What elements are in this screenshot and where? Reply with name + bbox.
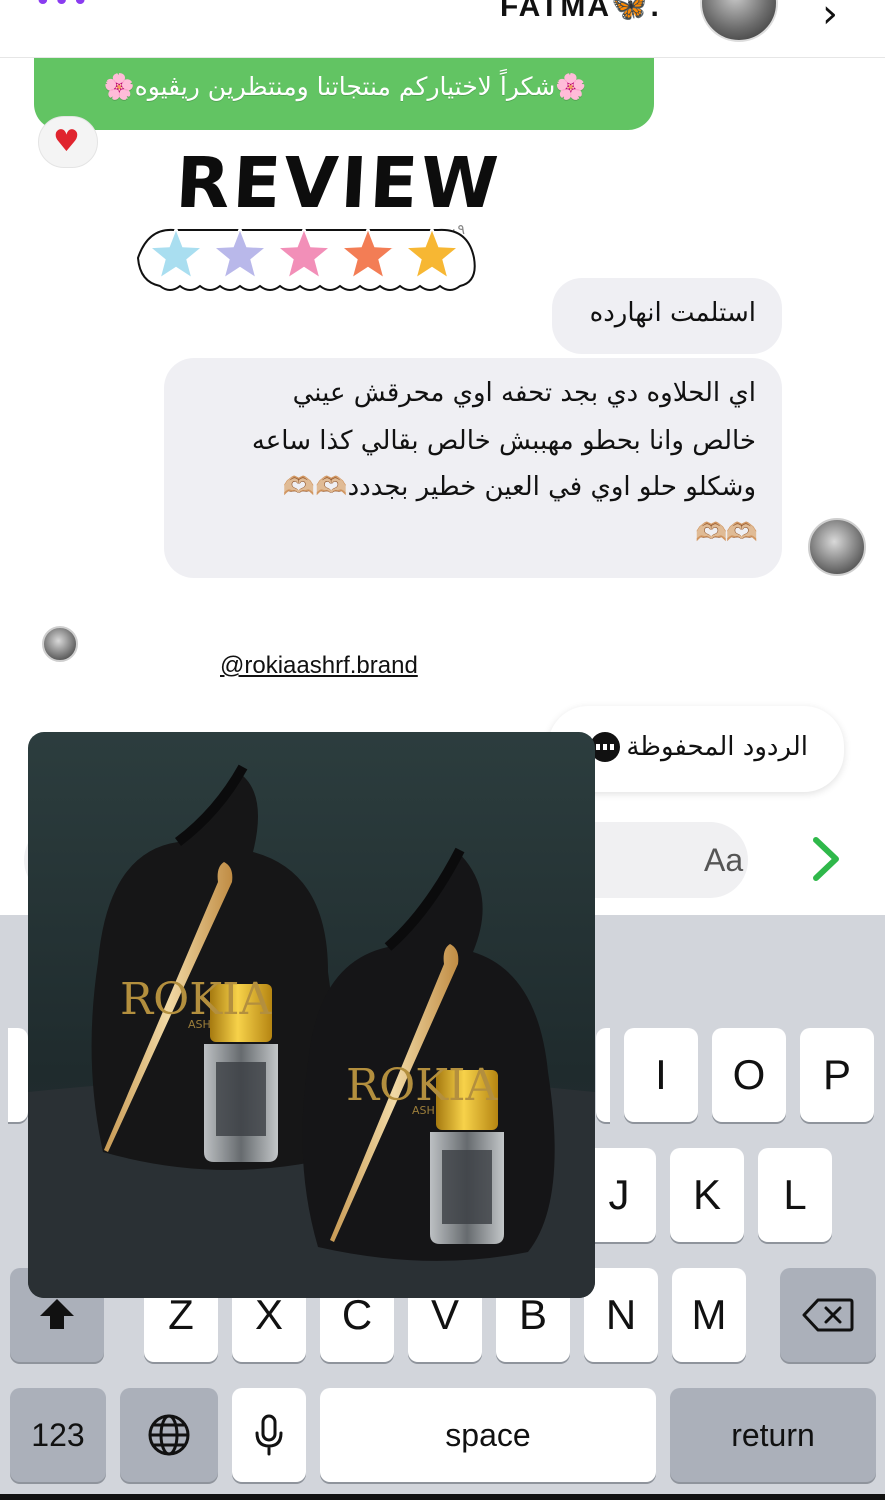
message-line: 🫶🏼🫶🏼	[695, 518, 758, 548]
contact-name[interactable]: FATMA🦋.	[500, 0, 661, 24]
banner-text: 🌸شكراً لاختياركم منتجاتنا ومنتظرين ريڤيو…	[103, 72, 587, 101]
message-line: اي الحلاوه دي بجد تحفه اوي محرقش عيني	[292, 378, 756, 408]
brand-mention-link[interactable]: @rokiaashrf.brand	[220, 652, 418, 680]
reaction-bubble[interactable]: ♥	[38, 116, 98, 168]
chat-header: ••• FATMA🦋. ›	[0, 0, 885, 58]
globe-icon	[148, 1414, 190, 1456]
key-i[interactable]: I	[624, 1028, 698, 1122]
key-n[interactable]: N	[584, 1268, 658, 1362]
review-sticker: REVIEW ٠٩	[132, 136, 510, 301]
message-text: استلمت انهارده	[589, 298, 756, 328]
microphone-icon	[255, 1414, 283, 1456]
key-l[interactable]: L	[758, 1148, 832, 1242]
more-dots-icon[interactable]: •••	[34, 0, 90, 17]
message-line: وشكلو حلو اوي في العين خطير بجددد🫶🏼🫶🏼	[282, 472, 756, 502]
key-p[interactable]: P	[800, 1028, 874, 1122]
message-bubble[interactable]: اي الحلاوه دي بجد تحفه اوي محرقش عيني خا…	[164, 358, 782, 578]
key-hidden[interactable]	[8, 1028, 28, 1122]
thank-you-banner: 🌸شكراً لاختياركم منتجاتنا ومنتظرين ريڤيو…	[34, 58, 654, 130]
message-bubble[interactable]: استلمت انهارده	[552, 278, 782, 354]
shift-icon	[40, 1299, 74, 1329]
globe-key[interactable]	[120, 1388, 218, 1482]
review-title: REVIEW	[167, 142, 510, 224]
space-key[interactable]: space	[320, 1388, 656, 1482]
message-input-placeholder: Aa	[704, 842, 744, 878]
home-indicator	[0, 1494, 885, 1500]
chevron-right-icon[interactable]: ›	[822, 0, 838, 34]
sender-avatar[interactable]	[808, 518, 866, 576]
brand-logo-subtext: ASH	[412, 1104, 435, 1117]
numbers-key[interactable]: 123	[10, 1388, 106, 1482]
microphone-key[interactable]	[232, 1388, 306, 1482]
backspace-key[interactable]	[780, 1268, 876, 1362]
product-photo[interactable]: ROKIA ASH ROKIA ASH	[28, 732, 595, 1298]
brand-logo-subtext: ASH	[188, 1018, 211, 1031]
key-m[interactable]: M	[672, 1268, 746, 1362]
backspace-icon	[802, 1298, 854, 1332]
saved-replies-label: الردود المحفوظة	[626, 732, 808, 762]
key-k[interactable]: K	[670, 1148, 744, 1242]
mention-avatar[interactable]	[42, 626, 78, 662]
heart-icon: ♥	[53, 124, 80, 159]
star-rating	[136, 225, 476, 291]
key-o[interactable]: O	[712, 1028, 786, 1122]
message-line: خالص وانا بحطو مهببش خالص بقالي كذا ساعه	[251, 426, 756, 456]
return-key[interactable]: return	[670, 1388, 876, 1482]
contact-avatar[interactable]	[700, 0, 778, 42]
key-hidden[interactable]	[596, 1028, 610, 1122]
send-chevron-icon[interactable]	[806, 834, 846, 884]
